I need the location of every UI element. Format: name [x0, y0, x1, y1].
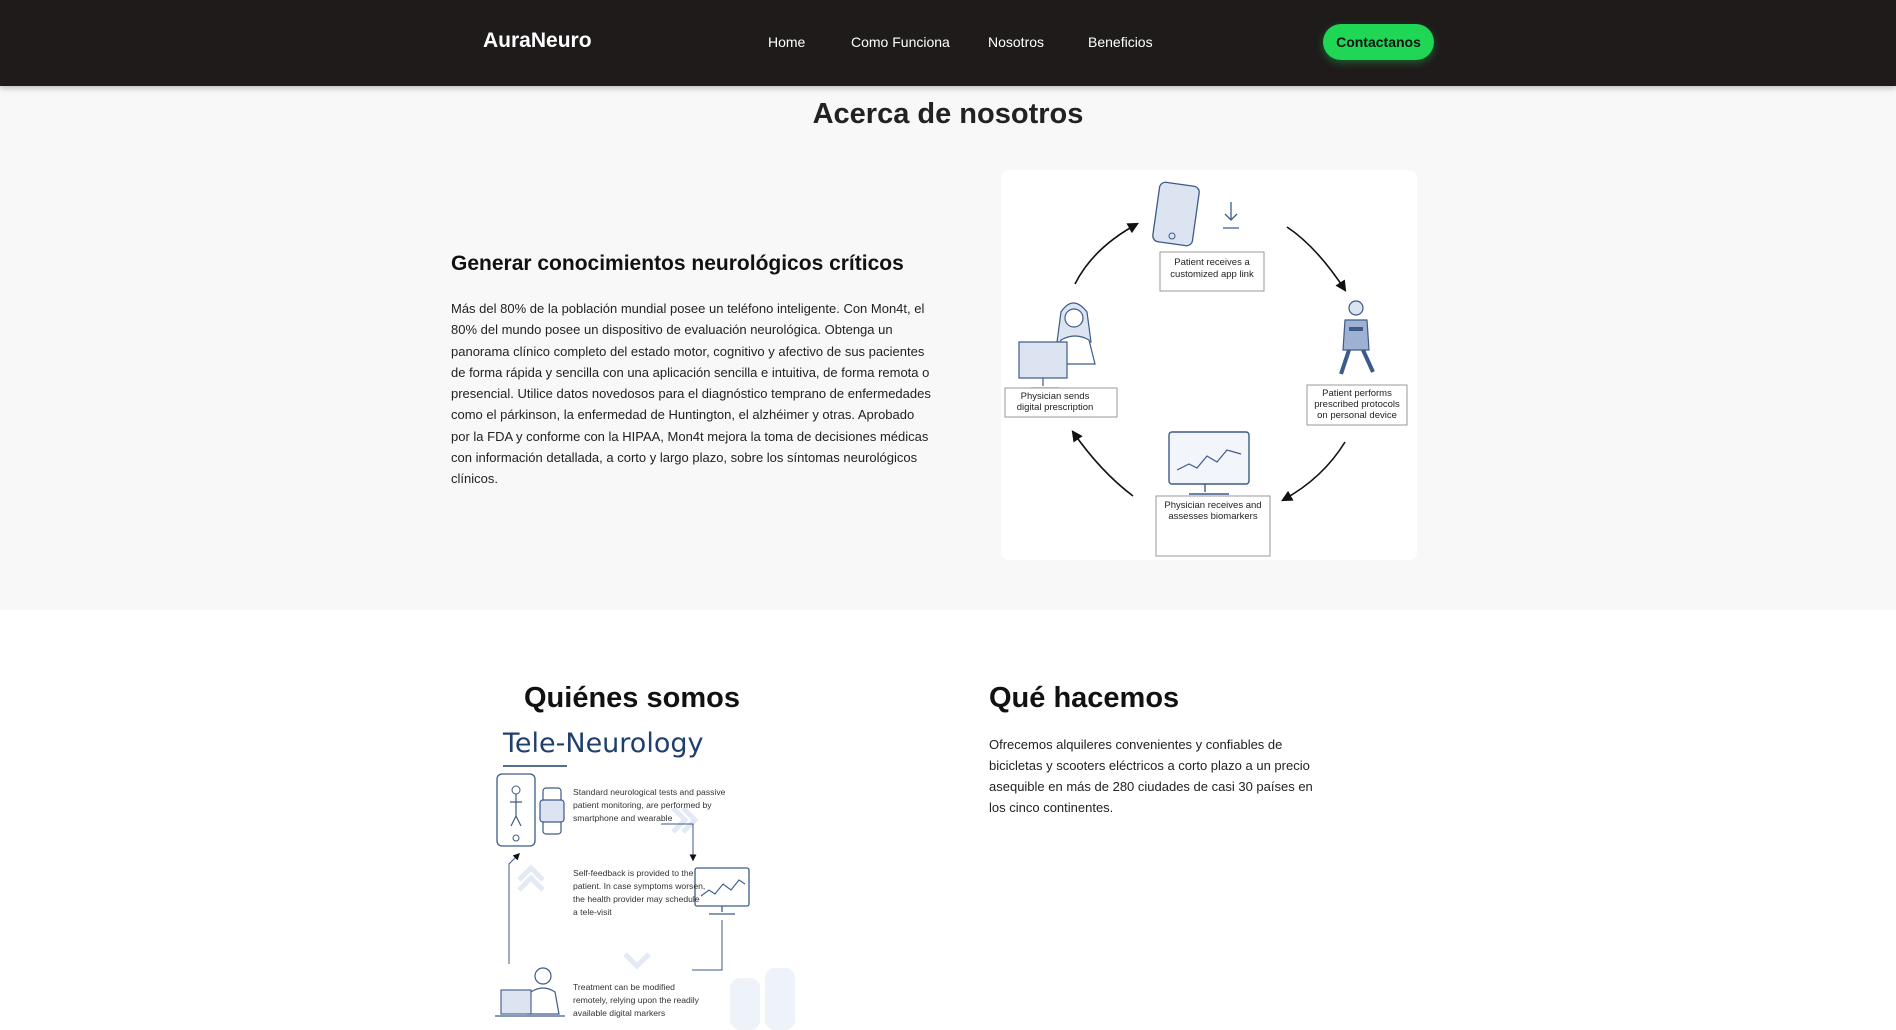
step-label-2c: on personal device	[1317, 410, 1397, 421]
top-navbar: AuraNeuro Home Como Funciona Nosotros Be…	[0, 0, 1896, 86]
tele-note-1a: Standard neurological tests and passive	[573, 787, 726, 797]
arrow-top-left	[1074, 222, 1139, 285]
tele-note-3b: remotely, relying upon the readily	[573, 995, 700, 1005]
step-label-2a: Patient performs	[1322, 388, 1392, 399]
chevron-up-icon	[517, 864, 545, 892]
step-label-4a: Physician sends	[1021, 391, 1090, 402]
tele-connector-3	[508, 853, 520, 964]
step-label-3a: Physician receives and	[1164, 500, 1261, 511]
nav-link-beneficios[interactable]: Beneficios	[1088, 34, 1153, 50]
tele-note-2c: the health provider may schedule	[573, 894, 700, 904]
tele-note-3c: available digital markers	[573, 1008, 665, 1018]
contact-button[interactable]: Contactanos	[1323, 24, 1434, 60]
what-we-do-title: Qué hacemos	[989, 682, 1180, 714]
workflow-diagram: Patient receives a customized app link P…	[1001, 170, 1417, 560]
step-label-4b: digital prescription	[1017, 402, 1094, 413]
decor-shape	[765, 968, 795, 1030]
what-we-do-description: Ofrecemos alquileres convenientes y conf…	[989, 737, 1313, 815]
team-section: Quiénes somos Tele-Neurology Standard ne…	[0, 610, 1896, 1030]
who-we-are-title: Quiénes somos	[524, 682, 740, 714]
tele-neurology-svg: Standard neurological tests and passive …	[495, 765, 795, 1030]
tele-connector-2	[692, 920, 723, 971]
about-description: Más del 80% de la población mundial pose…	[451, 301, 931, 487]
tele-note-2d: a tele-visit	[573, 907, 612, 917]
nav-link-nosotros[interactable]: Nosotros	[988, 34, 1044, 50]
smartphone-icon	[496, 773, 536, 847]
tele-note-2b: patient. In case symptoms worsen,	[573, 881, 705, 891]
step-label-1a: Patient receives a	[1174, 257, 1250, 268]
physician-icon	[1011, 302, 1111, 391]
step-label-2b: prescribed protocols	[1314, 399, 1400, 410]
phone-icon	[1152, 181, 1239, 247]
step-label-1b: customized app link	[1170, 269, 1254, 280]
walking-person-icon	[1339, 300, 1375, 375]
about-subtitle: Generar conocimientos neurológicos críti…	[451, 252, 904, 275]
step-label-3b: assesses biomarkers	[1168, 511, 1257, 522]
tele-note-1c: smartphone and wearable	[573, 813, 673, 823]
arrow-bottom-left	[1071, 430, 1134, 497]
monitor-icon	[694, 867, 750, 915]
chevron-down-icon	[623, 952, 651, 970]
about-title: Acerca de nosotros	[812, 98, 1084, 130]
chevron-right-icon	[671, 806, 699, 834]
monitor-icon	[1168, 431, 1250, 495]
brand-logo[interactable]: AuraNeuro	[483, 29, 592, 53]
about-section: Acerca de nosotros Generar conocimientos…	[0, 86, 1896, 610]
tele-note-1b: patient monitoring, are performed by	[573, 800, 712, 810]
tele-neurology-figure: Tele-Neurology Standard neurological tes…	[495, 728, 805, 1030]
smartwatch-icon	[539, 787, 565, 835]
decor-shape-2	[730, 978, 760, 1030]
arrow-top-right	[1286, 226, 1347, 292]
nav-link-como-funciona[interactable]: Como Funciona	[851, 34, 950, 50]
tele-note-2a: Self-feedback is provided to the	[573, 868, 694, 878]
tele-note-3a: Treatment can be modified	[573, 982, 675, 992]
nav-link-home[interactable]: Home	[768, 34, 805, 50]
workflow-diagram-svg: Patient receives a customized app link P…	[1004, 181, 1408, 557]
arrow-bottom-right	[1281, 441, 1346, 502]
doctor-icon	[495, 967, 565, 1017]
